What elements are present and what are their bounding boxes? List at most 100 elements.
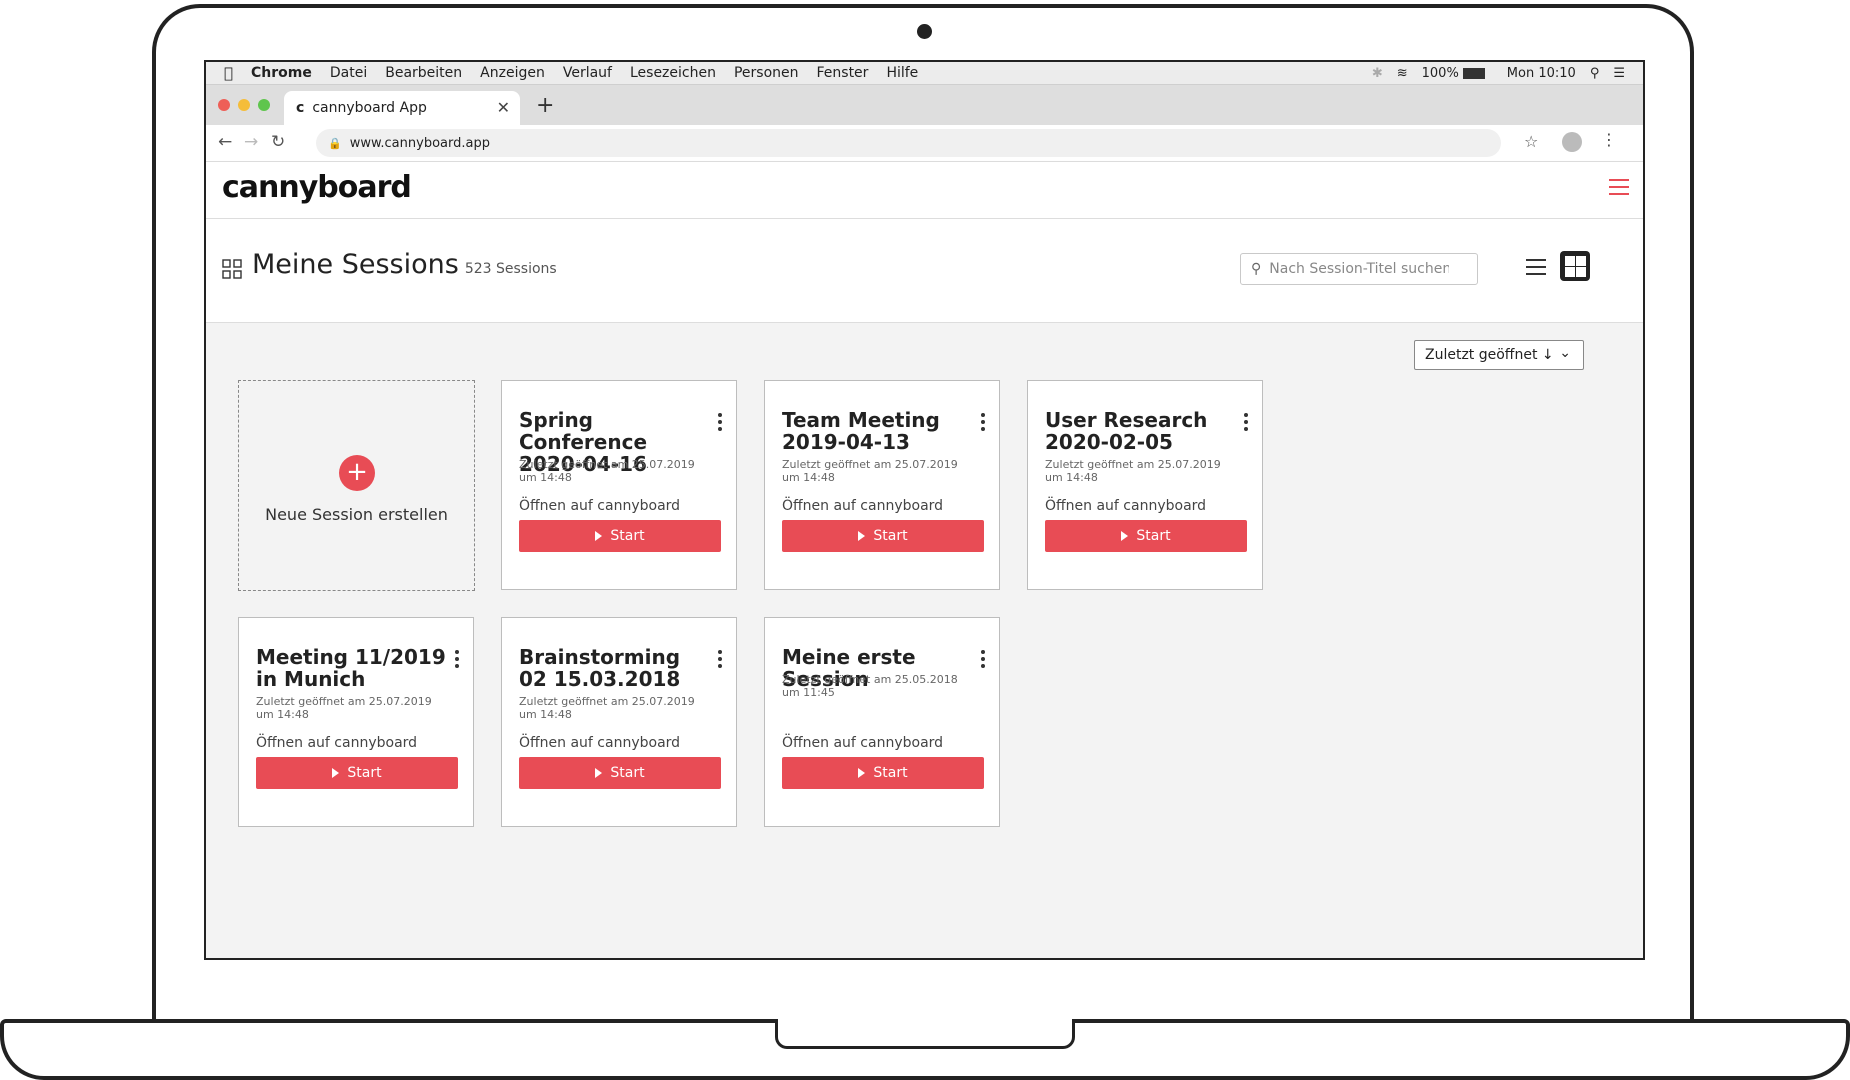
chevron-down-icon: ⌄ [1559, 345, 1571, 361]
minimize-window-icon[interactable] [238, 99, 250, 111]
more-options-icon[interactable] [1244, 413, 1248, 434]
session-card[interactable]: Meine erste Session Zuletzt geöffnet am … [764, 617, 1000, 827]
apple-icon[interactable]:  [224, 64, 233, 82]
menu-lesezeichen[interactable]: Lesezeichen [630, 65, 716, 81]
start-button[interactable]: Start [256, 757, 458, 789]
favicon-icon: c [296, 100, 305, 116]
session-card[interactable]: Team Meeting 2019-04-13 Zuletzt geöffnet… [764, 380, 1000, 590]
session-count: 523 Sessions [464, 261, 557, 277]
session-card[interactable]: Meeting 11/2019 in Munich Zuletzt geöffn… [238, 617, 474, 827]
open-on-cannyboard-label: Öffnen auf cannyboard [782, 735, 944, 751]
start-button[interactable]: Start [1045, 520, 1247, 552]
menu-personen[interactable]: Personen [734, 65, 799, 81]
session-title: Brainstorming 02 15.03.2018 [519, 645, 681, 691]
tab-title: cannyboard App [312, 100, 427, 116]
window-controls [218, 99, 278, 111]
session-last-opened: Zuletzt geöffnet am 25.07.2019 um 14:48 [519, 458, 695, 484]
close-tab-icon[interactable]: ✕ [497, 98, 510, 117]
new-tab-icon[interactable]: + [536, 93, 554, 118]
back-icon[interactable]: ← [218, 132, 232, 152]
start-button[interactable]: Start [519, 520, 721, 552]
session-title: Team Meeting 2019-04-13 [782, 408, 940, 454]
new-session-label: Neue Session erstellen [265, 505, 448, 524]
reload-icon[interactable]: ↻ [271, 132, 285, 152]
mac-menubar:  Chrome Datei Bearbeiten Anzeigen Verla… [206, 62, 1643, 85]
search-box[interactable]: ⚲ [1240, 253, 1478, 285]
notification-center-icon[interactable]: ☰ [1613, 66, 1625, 81]
session-last-opened: Zuletzt geöffnet am 25.07.2019 um 14:48 [256, 695, 432, 721]
start-button[interactable]: Start [782, 757, 984, 789]
more-options-icon[interactable] [718, 650, 722, 671]
list-view-icon[interactable] [1526, 259, 1546, 280]
start-button[interactable]: Start [519, 757, 721, 789]
play-icon [332, 768, 340, 778]
open-on-cannyboard-label: Öffnen auf cannyboard [1045, 498, 1207, 514]
browser-tab[interactable]: c cannyboard App ✕ [284, 91, 520, 125]
screen:  Chrome Datei Bearbeiten Anzeigen Verla… [204, 60, 1645, 960]
browser-menu-icon[interactable]: ⋮ [1601, 130, 1617, 149]
play-icon [858, 531, 866, 541]
bookmark-star-icon[interactable]: ☆ [1524, 132, 1538, 151]
session-last-opened: Zuletzt geöffnet am 25.07.2019 um 14:48 [782, 458, 958, 484]
more-options-icon[interactable] [718, 413, 722, 434]
wifi-icon[interactable]: ≋ [1397, 66, 1408, 81]
start-label: Start [610, 765, 645, 781]
play-icon [1121, 531, 1129, 541]
menu-app-name[interactable]: Chrome [251, 65, 312, 81]
camera-icon [917, 24, 932, 39]
page-title-text: Meine Sessions [252, 249, 459, 280]
session-last-opened: Zuletzt geöffnet am 25.07.2019 um 14:48 [1045, 458, 1221, 484]
search-icon: ⚲ [1251, 261, 1262, 277]
more-options-icon[interactable] [981, 413, 985, 434]
cannyboard-logo[interactable]: cannyboard [222, 170, 412, 205]
bluetooth-icon[interactable]: ✱ [1372, 66, 1383, 81]
menu-hilfe[interactable]: Hilfe [886, 65, 918, 81]
sort-dropdown[interactable]: Zuletzt geöffnet ↓ ⌄ [1414, 340, 1584, 370]
page-title: Meine Sessions 523 Sessions [252, 249, 557, 280]
new-session-card[interactable]: + Neue Session erstellen [238, 380, 475, 591]
open-on-cannyboard-label: Öffnen auf cannyboard [782, 498, 944, 514]
plus-icon[interactable]: + [339, 455, 375, 491]
menu-verlauf[interactable]: Verlauf [563, 65, 612, 81]
session-title: Meeting 11/2019 in Munich [256, 645, 446, 691]
start-button[interactable]: Start [782, 520, 984, 552]
session-last-opened: Zuletzt geöffnet am 25.07.2019 um 14:48 [519, 695, 695, 721]
start-label: Start [873, 765, 908, 781]
lock-icon: 🔒 [328, 136, 342, 150]
more-options-icon[interactable] [455, 650, 459, 671]
hamburger-menu-icon[interactable] [1609, 179, 1629, 200]
maximize-window-icon[interactable] [258, 99, 270, 111]
session-last-opened: Zuletzt geöffnet am 25.05.2018 um 11:45 [782, 673, 958, 699]
menu-datei[interactable]: Datei [330, 65, 367, 81]
sessions-grid-icon [222, 259, 242, 279]
url-text: www.cannyboard.app [349, 135, 490, 151]
start-label: Start [873, 528, 908, 544]
page-title-bar: Meine Sessions 523 Sessions ⚲ [206, 219, 1643, 323]
menu-fenster[interactable]: Fenster [817, 65, 869, 81]
app-header: cannyboard [206, 162, 1643, 219]
session-card[interactable]: Spring Conference 2020-04-16 Zuletzt geö… [501, 380, 737, 590]
clock[interactable]: Mon 10:10 [1507, 66, 1576, 81]
more-options-icon[interactable] [981, 650, 985, 671]
session-title: User Research 2020-02-05 [1045, 408, 1208, 454]
close-window-icon[interactable] [218, 99, 230, 111]
battery-icon[interactable] [1462, 67, 1485, 79]
menu-bearbeiten[interactable]: Bearbeiten [385, 65, 462, 81]
spotlight-icon[interactable]: ⚲ [1590, 66, 1600, 81]
grid-view-icon[interactable] [1560, 251, 1590, 281]
laptop-notch [775, 1019, 1075, 1049]
session-card[interactable]: User Research 2020-02-05 Zuletzt geöffne… [1027, 380, 1263, 590]
url-field[interactable]: 🔒 www.cannyboard.app [316, 129, 1501, 157]
session-card[interactable]: Brainstorming 02 15.03.2018 Zuletzt geöf… [501, 617, 737, 827]
forward-icon[interactable]: → [244, 132, 258, 152]
open-on-cannyboard-label: Öffnen auf cannyboard [256, 735, 418, 751]
play-icon [858, 768, 866, 778]
open-on-cannyboard-label: Öffnen auf cannyboard [519, 735, 681, 751]
start-label: Start [347, 765, 382, 781]
open-on-cannyboard-label: Öffnen auf cannyboard [519, 498, 681, 514]
profile-avatar-icon[interactable] [1562, 132, 1582, 152]
start-label: Start [1136, 528, 1171, 544]
search-input[interactable] [1267, 260, 1452, 278]
menu-anzeigen[interactable]: Anzeigen [480, 65, 545, 81]
play-icon [595, 768, 603, 778]
